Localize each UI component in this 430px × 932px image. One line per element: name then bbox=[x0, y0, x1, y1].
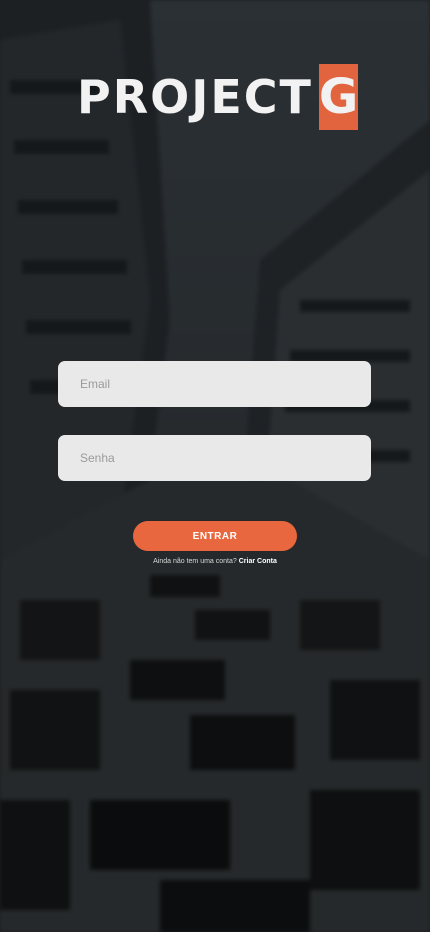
register-prompt-line: Ainda não tem uma conta? Criar Conta bbox=[0, 558, 430, 565]
sign-in-button[interactable]: ENTRAR bbox=[133, 521, 297, 551]
password-field[interactable] bbox=[58, 435, 371, 481]
login-screen: PROJECT G ENTRAR Ainda não tem uma conta… bbox=[0, 0, 430, 932]
email-field[interactable] bbox=[58, 361, 371, 407]
create-account-link[interactable]: Criar Conta bbox=[239, 558, 277, 565]
register-prompt-text: Ainda não tem uma conta? bbox=[153, 558, 239, 565]
logo-g-mark: G bbox=[318, 64, 359, 130]
project-g-logo: PROJECT G bbox=[77, 62, 359, 132]
logo-wordmark: PROJECT bbox=[77, 70, 313, 124]
